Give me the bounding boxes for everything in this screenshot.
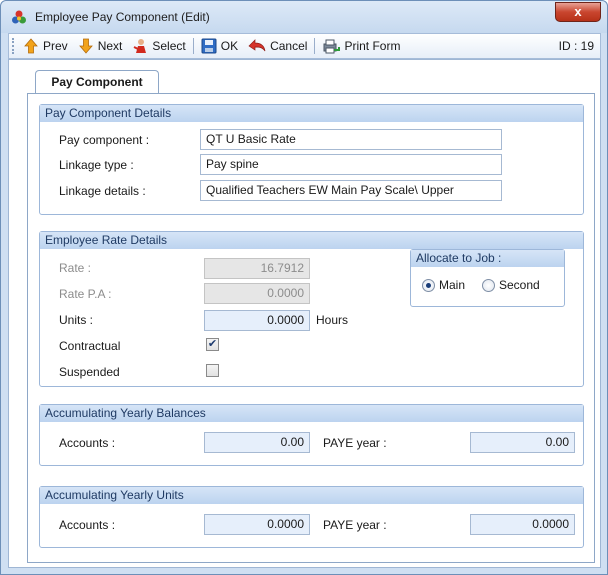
toolbar: Prev Next Select OK Cancel Print Form ID… — [8, 33, 601, 59]
content-panel: Pay Component Pay Component Details Pay … — [8, 59, 601, 568]
employee-rate-details-group: Employee Rate Details Rate : 16.7912 Rat… — [39, 231, 584, 387]
units-accounts-field[interactable]: 0.0000 — [204, 514, 310, 535]
tab-pay-component[interactable]: Pay Component — [35, 70, 159, 94]
print-form-button[interactable]: Print Form — [317, 35, 405, 57]
title-bar: Employee Pay Component (Edit) x — [1, 1, 607, 33]
second-radio-option[interactable]: Second — [482, 278, 540, 292]
units-paye-label: PAYE year : — [323, 518, 387, 532]
cancel-label: Cancel — [270, 39, 308, 53]
arrow-down-icon — [78, 38, 93, 54]
save-icon — [201, 38, 217, 54]
pay-component-label: Pay component : — [59, 133, 150, 147]
units-suffix: Hours — [316, 313, 349, 327]
balances-paye-label: PAYE year : — [323, 436, 387, 450]
ok-button[interactable]: OK — [196, 35, 243, 57]
contractual-label: Contractual — [59, 339, 121, 353]
group-header: Accumulating Yearly Units — [40, 487, 583, 504]
balances-paye-field[interactable]: 0.00 — [470, 432, 575, 453]
balances-accounts-field[interactable]: 0.00 — [204, 432, 310, 453]
contractual-checkbox[interactable]: ✔ — [206, 338, 219, 351]
main-radio-label: Main — [439, 278, 466, 292]
yearly-balances-group: Accumulating Yearly Balances Accounts : … — [39, 404, 584, 466]
linkage-details-field[interactable]: Qualified Teachers EW Main Pay Scale\ Up… — [200, 180, 502, 201]
rate-field: 16.7912 — [204, 258, 310, 279]
group-header: Pay Component Details — [40, 105, 583, 122]
rate-label: Rate : — [59, 261, 92, 275]
group-header: Accumulating Yearly Balances — [40, 405, 583, 422]
second-radio[interactable] — [482, 278, 495, 292]
linkage-type-field[interactable]: Pay spine — [200, 154, 502, 175]
group-header: Employee Rate Details — [40, 232, 583, 249]
allocate-to-job-group: Allocate to Job : Main Second — [410, 249, 565, 307]
pay-component-field[interactable]: QT U Basic Rate — [200, 129, 502, 150]
prev-label: Prev — [43, 39, 68, 53]
units-paye-field[interactable]: 0.0000 — [470, 514, 575, 535]
app-logo-icon — [12, 10, 26, 24]
person-select-icon — [133, 39, 147, 53]
select-button[interactable]: Select — [127, 35, 190, 57]
window-title: Employee Pay Component (Edit) — [35, 10, 210, 24]
undo-arrow-icon — [248, 39, 266, 52]
units-accounts-label: Accounts : — [59, 518, 116, 532]
main-radio[interactable] — [422, 278, 435, 292]
ok-label: OK — [220, 39, 239, 53]
pay-component-details-group: Pay Component Details Pay component : QT… — [39, 104, 584, 215]
next-label: Next — [97, 39, 123, 53]
close-button[interactable]: x — [555, 2, 601, 22]
toolbar-separator — [192, 38, 194, 54]
toolbar-separator — [314, 38, 316, 54]
rate-pa-label: Rate P.A : — [59, 287, 112, 301]
linkage-type-label: Linkage type : — [59, 158, 134, 172]
suspended-checkbox[interactable] — [206, 364, 219, 377]
yearly-units-group: Accumulating Yearly Units Accounts : 0.0… — [39, 486, 584, 548]
dialog-window: Employee Pay Component (Edit) x Prev Nex… — [0, 0, 608, 575]
units-field[interactable]: 0.0000 — [204, 310, 310, 331]
tab-page-pay-component: Pay Component Details Pay component : QT… — [27, 93, 595, 563]
record-id: ID : 19 — [558, 39, 594, 53]
units-label: Units : — [59, 313, 94, 327]
print-form-label: Print Form — [344, 39, 401, 53]
balances-accounts-label: Accounts : — [59, 436, 116, 450]
main-radio-option[interactable]: Main — [422, 278, 465, 292]
next-button[interactable]: Next — [73, 35, 128, 57]
group-header: Allocate to Job : — [411, 250, 564, 267]
arrow-up-icon — [24, 38, 38, 54]
second-radio-label: Second — [499, 278, 540, 292]
suspended-label: Suspended — [59, 365, 120, 379]
print-form-icon — [323, 39, 341, 54]
cancel-button[interactable]: Cancel — [243, 35, 312, 57]
select-label: Select — [152, 39, 186, 53]
linkage-details-label: Linkage details : — [59, 184, 146, 198]
prev-button[interactable]: Prev — [18, 35, 73, 57]
rate-pa-field: 0.0000 — [204, 283, 310, 304]
